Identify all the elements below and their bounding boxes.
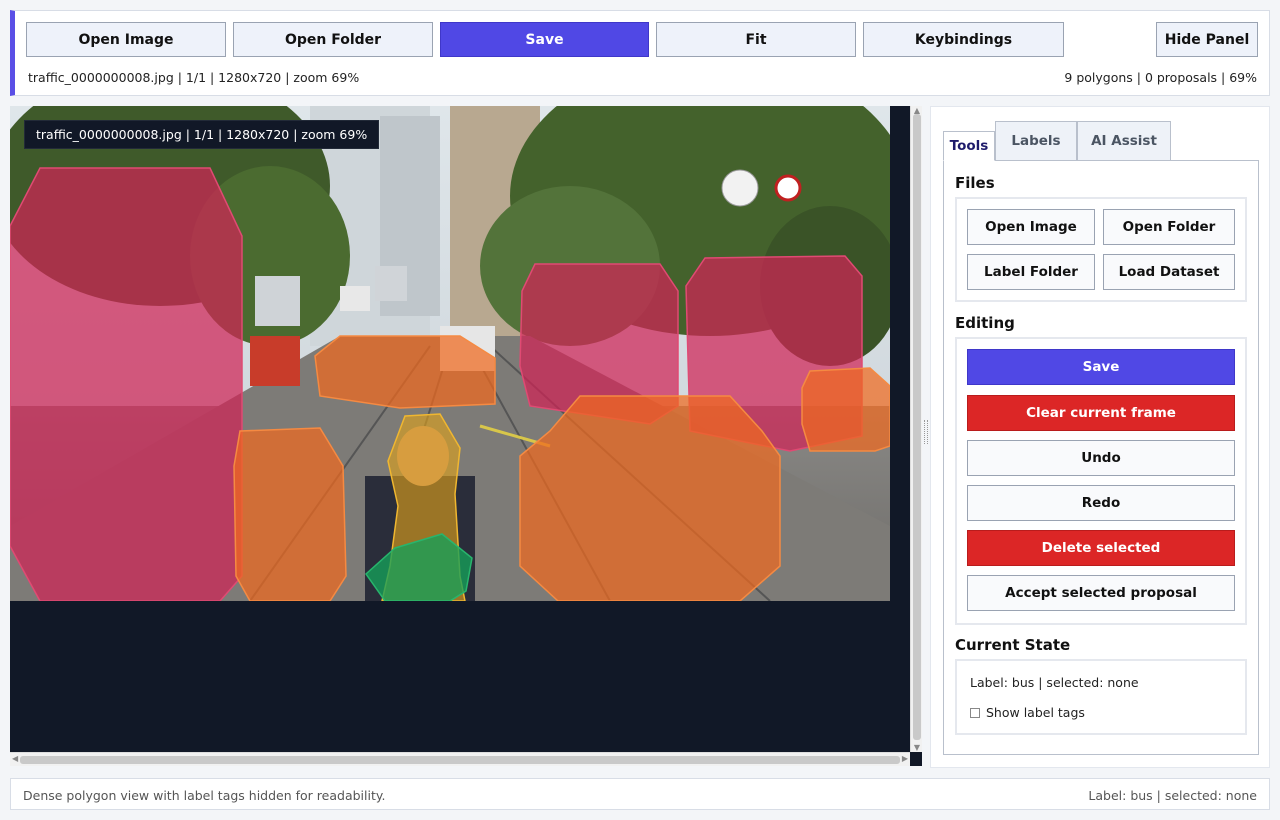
polygon-count-status: 9 polygons | 0 proposals | 69% bbox=[1064, 70, 1257, 85]
panel-save-button[interactable]: Save bbox=[967, 349, 1235, 385]
panel-open-folder-button[interactable]: Open Folder bbox=[1103, 209, 1235, 245]
label-folder-button[interactable]: Label Folder bbox=[967, 254, 1095, 290]
show-label-tags-checkbox[interactable] bbox=[970, 708, 980, 718]
delete-selected-button[interactable]: Delete selected bbox=[967, 530, 1235, 566]
footer-message: Dense polygon view with label tags hidde… bbox=[23, 788, 386, 803]
side-panel: Tools Labels AI Assist Files Open Image … bbox=[930, 106, 1270, 768]
show-label-tags-label[interactable]: Show label tags bbox=[986, 705, 1085, 720]
panel-open-image-button[interactable]: Open Image bbox=[967, 209, 1095, 245]
undo-button[interactable]: Undo bbox=[967, 440, 1235, 476]
files-group: Open Image Open Folder Label Folder Load… bbox=[955, 197, 1247, 302]
open-folder-button[interactable]: Open Folder bbox=[233, 22, 433, 57]
footer-state: Label: bus | selected: none bbox=[1088, 788, 1257, 803]
fit-button[interactable]: Fit bbox=[656, 22, 856, 57]
tab-tools[interactable]: Tools bbox=[943, 131, 995, 161]
current-state-title: Current State bbox=[955, 636, 1071, 654]
annotation-canvas[interactable]: traffic_0000000008.jpg | 1/1 | 1280x720 … bbox=[10, 106, 922, 766]
tab-ai-assist[interactable]: AI Assist bbox=[1077, 121, 1171, 161]
footer-status-bar: Dense polygon view with label tags hidde… bbox=[10, 778, 1270, 810]
street-scene-image[interactable] bbox=[10, 106, 890, 601]
panel-splitter-handle[interactable] bbox=[924, 420, 928, 444]
tools-tab-content: Files Open Image Open Folder Label Folde… bbox=[943, 160, 1259, 755]
hide-panel-button[interactable]: Hide Panel bbox=[1156, 22, 1258, 57]
horizontal-scroll-thumb[interactable] bbox=[20, 756, 900, 764]
accept-proposal-button[interactable]: Accept selected proposal bbox=[967, 575, 1235, 611]
horizontal-scrollbar[interactable]: ◀ ▶ bbox=[10, 752, 910, 766]
vertical-scrollbar[interactable]: ▲ ▼ bbox=[910, 106, 922, 752]
files-section-title: Files bbox=[955, 174, 995, 192]
load-dataset-button[interactable]: Load Dataset bbox=[1103, 254, 1235, 290]
save-button[interactable]: Save bbox=[440, 22, 649, 57]
toolbar: Open Image Open Folder Save Fit Keybindi… bbox=[10, 10, 1270, 96]
keybindings-button[interactable]: Keybindings bbox=[863, 22, 1064, 57]
scroll-down-icon[interactable]: ▼ bbox=[913, 743, 921, 752]
editing-group: Save Clear current frame Undo Redo Delet… bbox=[955, 337, 1247, 625]
scroll-right-icon[interactable]: ▶ bbox=[902, 754, 908, 763]
open-image-button[interactable]: Open Image bbox=[26, 22, 226, 57]
scroll-left-icon[interactable]: ◀ bbox=[12, 754, 18, 763]
editing-section-title: Editing bbox=[955, 314, 1015, 332]
vertical-scroll-thumb[interactable] bbox=[913, 114, 921, 740]
current-state-text: Label: bus | selected: none bbox=[970, 675, 1139, 690]
current-state-group: Label: bus | selected: none Show label t… bbox=[955, 659, 1247, 735]
tab-labels[interactable]: Labels bbox=[995, 121, 1077, 161]
file-status: traffic_0000000008.jpg | 1/1 | 1280x720 … bbox=[28, 70, 360, 85]
clear-frame-button[interactable]: Clear current frame bbox=[967, 395, 1235, 431]
canvas-file-label: traffic_0000000008.jpg | 1/1 | 1280x720 … bbox=[24, 120, 380, 149]
redo-button[interactable]: Redo bbox=[967, 485, 1235, 521]
